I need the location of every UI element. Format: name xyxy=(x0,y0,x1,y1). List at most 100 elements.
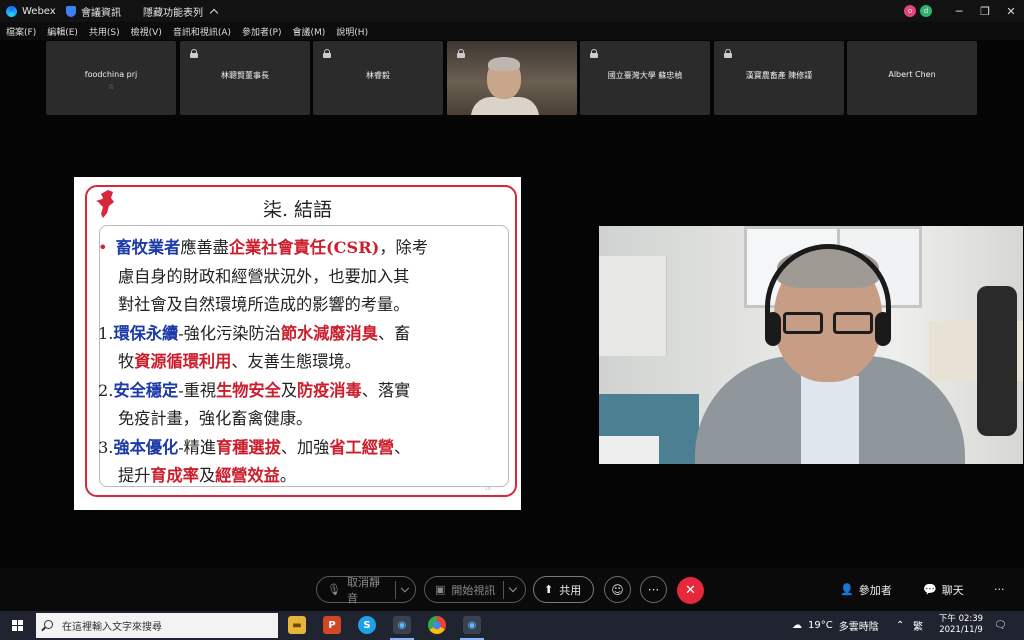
slide-line: 2.安全穩定-重視生物安全及防疫消毒、落實 xyxy=(98,380,411,400)
slide-line: 提升育成率及經營效益。 xyxy=(118,466,297,485)
chat-panel-button[interactable]: 💬 聊天 xyxy=(923,576,964,603)
start-video-button[interactable]: ▣ 開始視訊 xyxy=(424,576,526,603)
chat-label: 聊天 xyxy=(941,583,964,597)
share-label: 共用 xyxy=(559,583,582,597)
window-controls: o d ─ ❐ ✕ xyxy=(904,0,1024,22)
minimize-icon[interactable]: ─ xyxy=(946,0,972,22)
weather-widget[interactable]: ☁ 19°C 多雲時陰 xyxy=(792,611,879,640)
windows-start-icon[interactable] xyxy=(12,620,23,631)
start-video-label: 開始視訊 xyxy=(451,583,496,597)
chevron-up-icon xyxy=(209,8,219,17)
webex-taskbar-icon[interactable]: ◉ xyxy=(393,616,411,634)
participant-tile[interactable]: 林睿毅 xyxy=(313,41,443,115)
slide-line: 1.環保永續-強化污染防治節水減廢消臭、畜 xyxy=(98,323,411,343)
chevron-down-icon[interactable] xyxy=(400,583,409,593)
file-explorer-icon[interactable]: ▬ xyxy=(288,616,306,634)
webex-meeting-taskbar-icon[interactable]: ◉ xyxy=(463,616,481,634)
app-name[interactable]: Webex xyxy=(6,5,58,17)
restore-icon[interactable]: ❐ xyxy=(972,0,998,22)
avatar[interactable]: d xyxy=(920,5,932,17)
camera-off-icon: ▣ xyxy=(435,583,446,596)
host-icon: ☆ xyxy=(107,83,115,91)
menu-file[interactable]: 檔案(F) xyxy=(6,25,36,38)
lock-icon xyxy=(457,49,465,58)
tray-chevron-up-icon[interactable]: ⌃ xyxy=(896,611,904,640)
chrome-icon[interactable]: ● xyxy=(428,616,446,634)
participant-tile[interactable]: 林聰賢董事長 xyxy=(180,41,310,115)
search-icon xyxy=(44,620,53,629)
menu-view[interactable]: 檢視(V) xyxy=(131,25,162,38)
slide-line: 3.強本優化-精進育種選拔、加強省工經營、 xyxy=(98,437,411,457)
skype-icon[interactable]: S xyxy=(358,616,376,634)
participant-name: 林聰賢董事長 xyxy=(221,71,269,80)
participant-name: 漢寶農畜產 陳修謹 xyxy=(745,71,813,80)
close-icon: ✕ xyxy=(685,583,696,598)
menu-edit[interactable]: 編輯(E) xyxy=(47,25,78,38)
unmute-button[interactable]: 🎙 取消靜音 xyxy=(316,575,416,605)
participant-name: 國立臺灣大學 蘇忠楨 xyxy=(607,71,683,80)
mic-muted-icon: 🎙 xyxy=(327,583,341,596)
smiley-icon: ☺ xyxy=(611,582,624,597)
taskbar-search-input[interactable]: 在這裡輸入文字來搜尋 xyxy=(36,613,278,638)
menu-participants[interactable]: 參加者(P) xyxy=(242,25,281,38)
webex-window: Webex 會議資訊 隱藏功能表列 o d ─ ❐ ✕ 檔案(F) 編輯(E) … xyxy=(0,0,1024,640)
close-icon[interactable]: ✕ xyxy=(998,0,1024,22)
meeting-info-label: 會議資訊 xyxy=(81,7,121,19)
participant-tile[interactable]: foodchina prj ☆ xyxy=(46,41,176,115)
taskbar-clock[interactable]: 下午 02:39 2021/11/9 xyxy=(935,614,987,636)
participant-tile[interactable]: 國立臺灣大學 蘇忠楨 xyxy=(580,41,710,115)
windows-taskbar: 在這裡輸入文字來搜尋 ▬ P S ◉ ● ◉ ☁ 19°C 多雲時陰 ⌃ 繁 下… xyxy=(0,611,1024,640)
avatar[interactable]: o xyxy=(904,5,916,17)
clock-time: 下午 02:39 xyxy=(938,614,984,624)
chevron-down-icon[interactable] xyxy=(509,583,518,593)
ime-indicator[interactable]: 繁 xyxy=(913,611,923,640)
participants-label: 參加者 xyxy=(858,583,892,597)
clock-date: 2021/11/9 xyxy=(939,625,983,635)
participant-video-tile[interactable] xyxy=(447,41,577,115)
app-name-label: Webex xyxy=(22,5,56,17)
powerpoint-icon[interactable]: P xyxy=(323,616,341,634)
slide-body: • 畜牧業者應善盡企業社會責任(CSR)，除考 慮自身的財政和經營狀況外，也要加入… xyxy=(98,234,508,491)
meeting-control-bar: 🎙 取消靜音 ▣ 開始視訊 ⬆ 共用 ☺ ··· 👤 參加者 💬 聊天 ··· xyxy=(0,568,1024,611)
participant-tile[interactable]: Albert Chen xyxy=(847,41,977,115)
participant-tile[interactable]: 漢寶農畜產 陳修謹 xyxy=(714,41,844,115)
participants-panel-button[interactable]: 👤 參加者 xyxy=(840,576,892,603)
slide-line: 慮自身的財政和經營狀況外，也要加入其 xyxy=(118,266,410,286)
leave-meeting-button[interactable]: ✕ xyxy=(677,577,704,604)
menu-help[interactable]: 說明(H) xyxy=(336,25,368,38)
unmute-label: 取消靜音 xyxy=(346,575,380,605)
active-speaker-video[interactable] xyxy=(599,226,1023,464)
slide-line: 對社會及自然環境所造成的影響的考量。 xyxy=(118,295,410,314)
lock-icon xyxy=(323,49,331,58)
slide-line: • 畜牧業者應善盡企業社會責任(CSR)，除考 xyxy=(98,238,428,257)
lock-icon xyxy=(190,49,198,58)
slide-page-number: 18 xyxy=(484,486,491,492)
shared-content-slide: 柒. 結語 • 畜牧業者應善盡企業社會責任(CSR)，除考 慮自身的財政和經營狀況… xyxy=(74,177,521,510)
search-placeholder: 在這裡輸入文字來搜尋 xyxy=(62,622,162,633)
share-screen-icon: ⬆ xyxy=(544,583,554,596)
chat-bubble-icon: 💬 xyxy=(923,583,937,596)
menu-bar: 檔案(F) 編輯(E) 共用(S) 檢視(V) 音訊和視訊(A) 參加者(P) … xyxy=(0,22,1024,40)
participant-name: foodchina prj xyxy=(84,70,138,79)
more-icon: ··· xyxy=(994,583,1005,596)
share-button[interactable]: ⬆ 共用 xyxy=(533,576,594,603)
notification-icon[interactable]: 🗨 xyxy=(994,611,1007,640)
more-panels-button[interactable]: ··· xyxy=(994,576,1005,603)
menu-meeting[interactable]: 會議(M) xyxy=(293,25,326,38)
slide-line: 牧資源循環利用、友善生態環境。 xyxy=(118,352,361,371)
menu-share[interactable]: 共用(S) xyxy=(89,25,120,38)
meeting-info-button[interactable]: 會議資訊 xyxy=(66,4,121,19)
participant-name: 林睿毅 xyxy=(366,71,390,80)
menu-audio-video[interactable]: 音訊和視訊(A) xyxy=(173,25,231,38)
person-icon: 👤 xyxy=(840,583,854,596)
temperature: 19°C xyxy=(808,620,833,631)
hide-menu-bar-button[interactable]: 隱藏功能表列 xyxy=(143,4,219,19)
title-bar: Webex 會議資訊 隱藏功能表列 o d ─ ❐ ✕ xyxy=(0,0,1024,22)
lock-icon xyxy=(590,49,598,58)
hide-menu-label: 隱藏功能表列 xyxy=(143,7,203,19)
reactions-button[interactable]: ☺ xyxy=(604,576,631,603)
more-options-button[interactable]: ··· xyxy=(640,576,667,603)
cloud-icon: ☁ xyxy=(792,620,802,631)
participant-name: Albert Chen xyxy=(888,70,936,79)
slide-title: 柒. 結語 xyxy=(262,199,333,221)
